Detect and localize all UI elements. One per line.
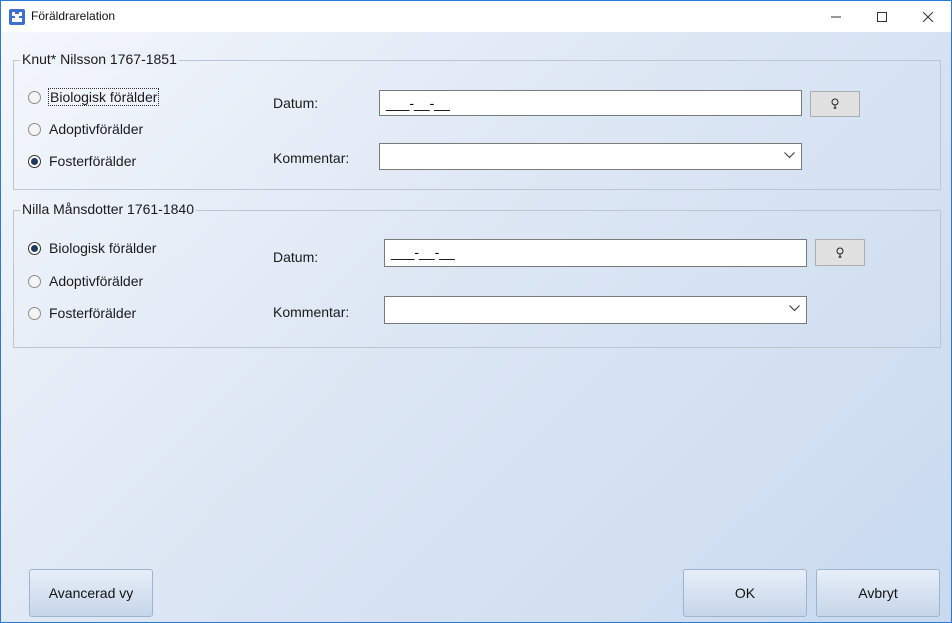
lightbulb-icon <box>836 247 844 258</box>
date-helper-button[interactable] <box>815 239 865 266</box>
date-helper-button[interactable] <box>810 91 860 117</box>
dialog-window: Föräldrarelation Knut* Nilsson 1767-1851… <box>0 0 952 623</box>
radio-biologisk[interactable]: Biologisk förälder <box>28 87 160 107</box>
minimize-icon <box>831 16 841 17</box>
datum-input[interactable]: ___-__-__ <box>379 90 802 116</box>
ok-button[interactable]: OK <box>683 569 807 617</box>
title-bar[interactable]: Föräldrarelation <box>1 1 951 32</box>
chevron-down-icon <box>789 305 800 312</box>
radio-circle[interactable] <box>28 154 41 168</box>
dialog-body: Knut* Nilsson 1767-1851 Biologisk föräld… <box>1 32 951 622</box>
close-button[interactable] <box>905 1 951 32</box>
kommentar-combobox[interactable] <box>384 296 807 324</box>
radio-biologisk[interactable]: Biologisk förälder <box>28 238 156 258</box>
cancel-button[interactable]: Avbryt <box>816 569 940 617</box>
radio-adoptiv[interactable]: Adoptivförälder <box>28 119 143 139</box>
parent-group-1: Knut* Nilsson 1767-1851 Biologisk föräld… <box>13 51 941 190</box>
close-icon <box>923 11 933 22</box>
chevron-down-icon <box>784 152 795 159</box>
group-legend: Knut* Nilsson 1767-1851 <box>20 51 179 67</box>
radio-circle[interactable] <box>28 306 41 320</box>
kommentar-label: Kommentar: <box>273 304 350 320</box>
radio-adoptiv[interactable]: Adoptivförälder <box>28 271 143 291</box>
kommentar-label: Kommentar: <box>273 150 350 166</box>
kommentar-combobox[interactable] <box>379 143 802 170</box>
datum-input[interactable]: ___-__-__ <box>384 239 807 267</box>
radio-label: Biologisk förälder <box>49 240 157 256</box>
lightbulb-icon <box>831 98 839 109</box>
radio-foster[interactable]: Fosterförälder <box>28 303 136 323</box>
app-icon <box>9 9 25 25</box>
group-legend: Nilla Månsdotter 1761-1840 <box>20 201 196 217</box>
advanced-view-button[interactable]: Avancerad vy <box>29 569 153 617</box>
radio-label: Adoptivförälder <box>49 121 144 137</box>
maximize-icon <box>877 11 887 22</box>
minimize-button[interactable] <box>813 1 859 32</box>
radio-label: Adoptivförälder <box>49 273 144 289</box>
radio-circle[interactable] <box>28 241 41 255</box>
radio-circle[interactable] <box>28 122 41 136</box>
datum-label: Datum: <box>273 249 319 265</box>
window-title: Föräldrarelation <box>31 9 116 23</box>
datum-label: Datum: <box>273 95 319 111</box>
radio-foster[interactable]: Fosterförälder <box>28 151 136 171</box>
radio-label: Fosterförälder <box>49 305 137 321</box>
radio-label: Fosterförälder <box>49 153 137 169</box>
radio-label: Biologisk förälder <box>47 88 160 106</box>
radio-circle[interactable] <box>28 90 41 104</box>
maximize-button[interactable] <box>859 1 905 32</box>
parent-group-2: Nilla Månsdotter 1761-1840 Biologisk för… <box>13 201 941 348</box>
radio-circle[interactable] <box>28 274 41 288</box>
